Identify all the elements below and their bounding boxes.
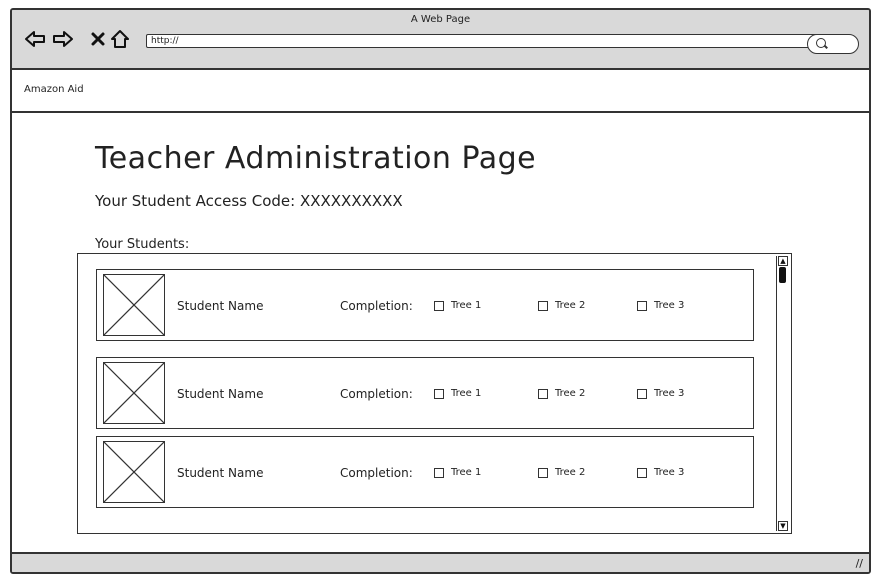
scroll-down-icon[interactable]: ▼ [778,521,788,531]
student-name: Student Name [177,466,264,480]
app-name: Amazon Aid [24,84,84,95]
completion-label: Completion: [340,387,413,401]
forward-arrow-icon[interactable] [52,28,74,50]
scroll-thumb[interactable] [779,267,786,283]
search-icon [816,38,826,48]
avatar [103,441,165,503]
window-title: A Web Page [410,14,471,25]
page-title: Teacher Administration Page [95,141,537,176]
tree-2-checkbox[interactable] [538,389,548,399]
tree-3-label: Tree 3 [654,467,685,478]
search-button[interactable] [807,34,859,54]
tree-3-checkbox[interactable] [637,468,647,478]
tree-2-label: Tree 2 [555,388,586,399]
avatar [103,274,165,336]
tree-3-checkbox[interactable] [637,301,647,311]
tree-3-label: Tree 3 [654,300,685,311]
completion-label: Completion: [340,299,413,313]
close-icon[interactable] [87,28,109,50]
avatar [103,362,165,424]
tree-1-label: Tree 1 [451,388,482,399]
tree-2-checkbox[interactable] [538,468,548,478]
students-label: Your Students: [95,237,190,252]
resize-grip-icon[interactable]: // [856,557,863,570]
tree-1-label: Tree 1 [451,300,482,311]
tree-2-checkbox[interactable] [538,301,548,311]
student-list[interactable]: Student Name Completion: Tree 1 Tree 2 T… [77,253,792,534]
student-name: Student Name [177,299,264,313]
browser-titlebar: A Web Page [12,10,869,70]
student-name: Student Name [177,387,264,401]
browser-window: A Web Page Amazon Aid [10,8,871,574]
back-arrow-icon[interactable] [24,28,46,50]
vertical-scrollbar[interactable]: ▲ ▼ [776,256,788,531]
app-header: Amazon Aid [12,70,869,113]
main-content: Teacher Administration Page Your Student… [12,113,869,556]
scroll-up-icon[interactable]: ▲ [778,256,788,266]
address-bar[interactable] [146,34,826,48]
tree-1-label: Tree 1 [451,467,482,478]
browser-statusbar: // [12,552,869,572]
completion-label: Completion: [340,466,413,480]
tree-1-checkbox[interactable] [434,389,444,399]
student-row: Student Name Completion: Tree 1 Tree 2 T… [96,357,754,429]
home-icon[interactable] [109,28,131,50]
access-code-text: Your Student Access Code: XXXXXXXXXX [95,192,403,210]
tree-3-checkbox[interactable] [637,389,647,399]
tree-2-label: Tree 2 [555,467,586,478]
tree-2-label: Tree 2 [555,300,586,311]
tree-1-checkbox[interactable] [434,468,444,478]
student-row: Student Name Completion: Tree 1 Tree 2 T… [96,436,754,508]
tree-3-label: Tree 3 [654,388,685,399]
tree-1-checkbox[interactable] [434,301,444,311]
student-row: Student Name Completion: Tree 1 Tree 2 T… [96,269,754,341]
